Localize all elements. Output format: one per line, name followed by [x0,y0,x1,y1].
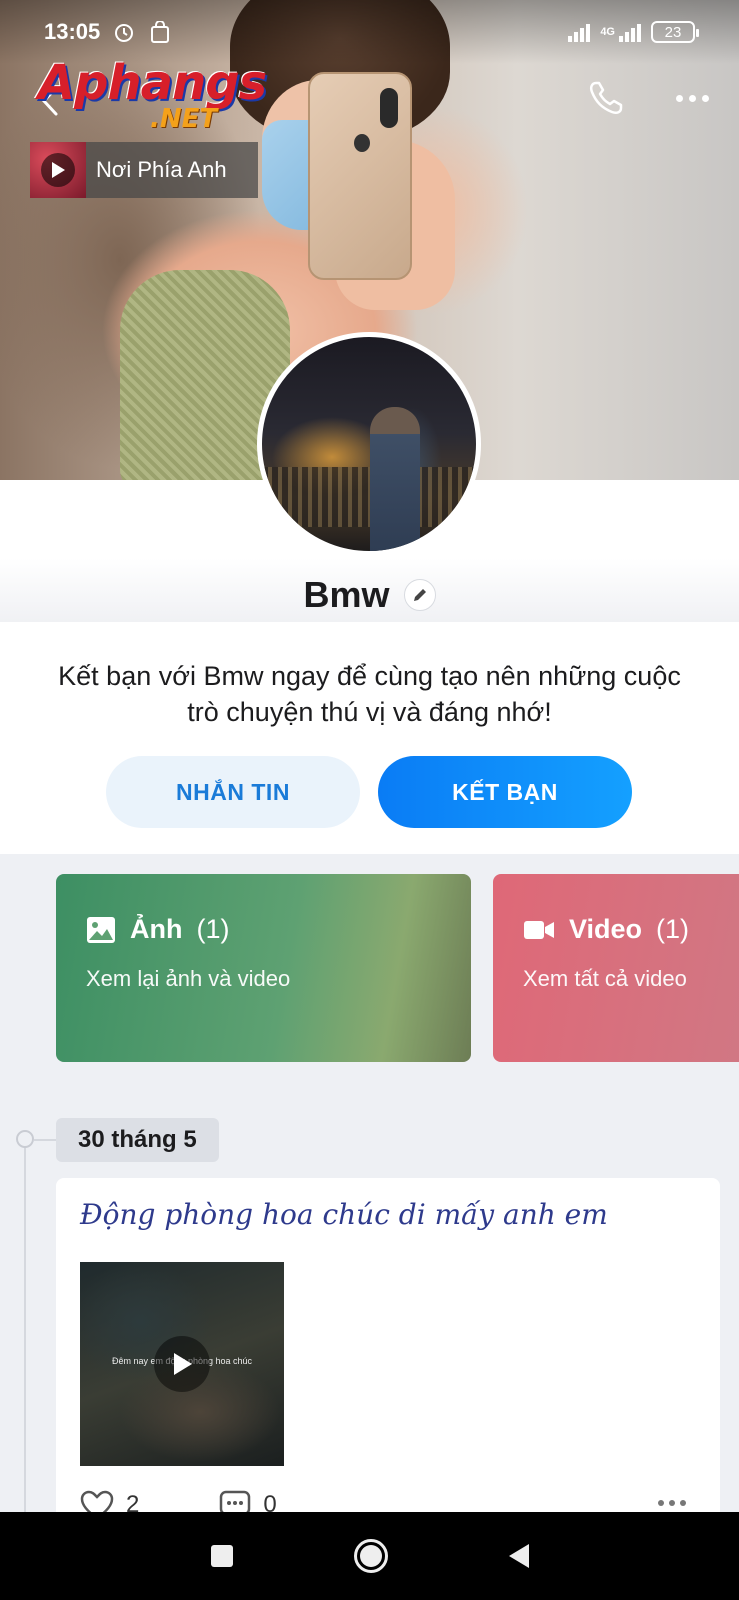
image-icon [87,916,115,943]
videos-count: (1) [656,914,690,944]
message-button[interactable]: NHẮN TIN [106,756,360,828]
photos-label: Ảnh [130,914,183,944]
videos-tile[interactable]: Video (1) Xem tất cả video [493,874,739,1062]
video-camera-icon [524,920,554,939]
music-thumbnail [30,142,86,198]
videos-label: Video [569,914,643,944]
photos-subtitle: Xem lại ảnh và video [86,966,291,991]
cover-phone [308,72,412,280]
play-icon[interactable] [41,153,75,187]
watermark-main: Aphangs [38,55,267,111]
recent-apps-icon[interactable] [210,1545,233,1567]
profile-music[interactable]: Nơi Phía Anh [30,142,258,198]
timeline-connector [34,1139,56,1141]
network-type: 4G [600,26,615,38]
battery-level: 23 [664,23,682,41]
photos-count: (1) [196,914,230,944]
add-friend-button[interactable]: KẾT BẠN [378,756,632,828]
nav-back-icon[interactable] [508,1544,529,1568]
timeline-line [24,1132,26,1512]
friend-prompt-message: Kết bạn với Bmw ngay để cùng tạo nên nhữ… [58,661,681,727]
friend-prompt-card: Kết bạn với Bmw ngay để cùng tạo nên nhữ… [0,622,739,854]
timeline-date: 30 tháng 5 [56,1118,219,1162]
cover-phone-camera [380,88,398,128]
avatar-person [370,407,420,551]
edit-pencil-icon[interactable] [403,579,436,611]
status-right: 4G 23 [568,21,699,43]
post-video-thumbnail[interactable]: Đêm nay em động phòng hoa chúc [80,1262,284,1466]
more-options-icon[interactable] [676,86,712,110]
music-title: Nơi Phía Anh [96,157,227,182]
post-more-icon[interactable] [658,1500,686,1506]
play-icon[interactable] [154,1336,210,1392]
avatar[interactable] [257,332,481,556]
alarm-icon [112,20,136,44]
profile-name-row: Bmw [0,570,739,620]
status-time: 13:05 [44,19,101,44]
photos-header: Ảnh (1) [86,914,229,945]
cover-phone-logo [354,134,370,152]
signal-icon-2 [619,22,641,42]
timeline-dot [16,1130,34,1148]
watermark-sub: .NET [150,104,218,134]
videos-header: Video (1) [523,914,689,945]
videos-subtitle: Xem tất cả video [523,966,687,991]
signal-icon [568,22,591,42]
photos-tile[interactable]: Ảnh (1) Xem lại ảnh và video [56,874,471,1062]
post-caption: Động phòng hoa chúc di mấy anh em [80,1198,608,1231]
shopping-bag-icon [148,20,172,44]
watermark-logo: Aphangs .NET [38,56,268,136]
system-nav-bar [0,1512,739,1600]
timeline-post[interactable]: Động phòng hoa chúc di mấy anh em Đêm na… [56,1178,720,1520]
home-icon[interactable] [353,1539,388,1573]
battery-icon: 23 [651,21,699,43]
profile-name: Bmw [303,574,390,615]
call-phone-icon[interactable] [586,78,626,118]
